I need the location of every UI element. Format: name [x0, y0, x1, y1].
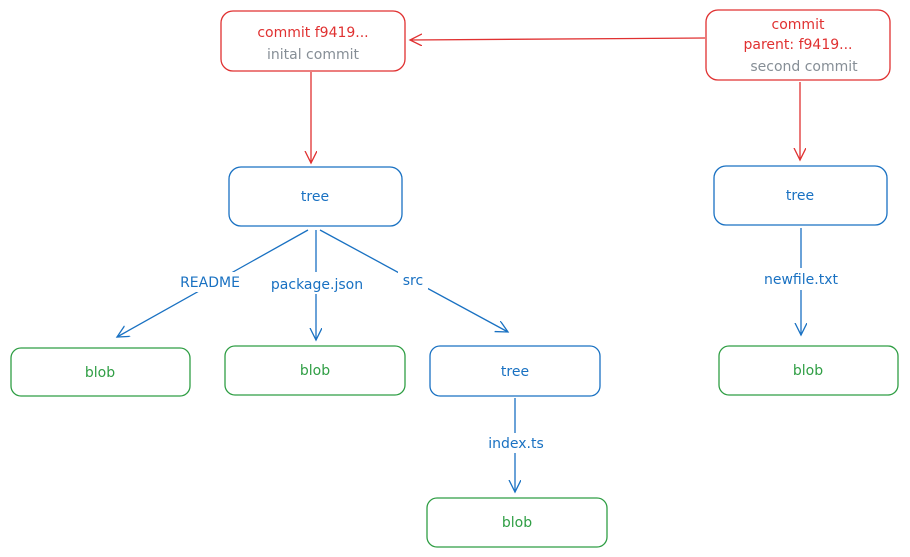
commit1-message: inital commit	[267, 47, 359, 63]
tree2-label: tree	[786, 188, 814, 204]
blob3-label: blob	[793, 363, 823, 379]
edge-label-src: src	[403, 273, 423, 289]
git-object-diagram: README package.json src index.ts newfile…	[10, 9, 899, 548]
tree3-label: tree	[501, 364, 529, 380]
parent-arrow	[410, 38, 706, 40]
commit2-title: commit	[772, 17, 825, 33]
edge-label-index: index.ts	[488, 436, 544, 452]
blob1-label: blob	[85, 365, 115, 381]
edge-label-package: package.json	[271, 277, 363, 293]
blob2-label: blob	[300, 363, 330, 379]
edge-label-readme: README	[180, 275, 240, 291]
commit1-title: commit f9419...	[257, 25, 368, 41]
tree1-label: tree	[301, 189, 329, 205]
commit2-parent: parent: f9419...	[744, 37, 853, 53]
blob4-label: blob	[502, 515, 532, 531]
edge-label-newfile: newfile.txt	[764, 272, 838, 288]
commit2-message: second commit	[750, 59, 858, 75]
